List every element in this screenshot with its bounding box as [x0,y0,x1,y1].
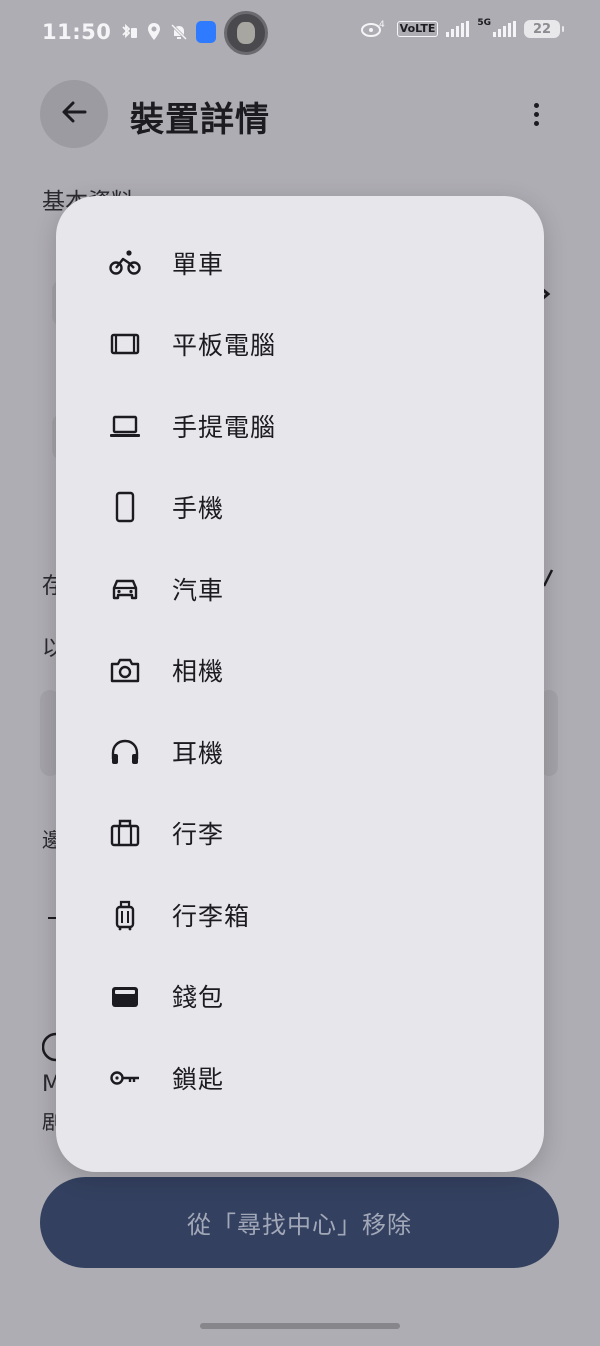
arrow-back-icon [59,97,89,131]
phone-icon [108,490,142,524]
remove-button-label: 從「尋找中心」移除 [187,1211,412,1239]
menu-item-label: 耳機 [172,738,225,768]
menu-item-luggage[interactable]: 行李 [56,793,544,875]
status-right-icons: 4 VoLTE 5G 22 [359,18,564,40]
menu-item-car[interactable]: 汽車 [56,548,544,630]
menu-item-label: 平板電腦 [172,331,277,361]
location-icon [146,22,162,42]
tablet-icon [108,327,142,361]
signal-icon [446,21,470,37]
home-indicator[interactable] [200,1323,400,1329]
device-type-menu: 單車 平板電腦 手提電腦 手機 汽車 相機 耳機 行李 行李箱 錢包 鎖匙 [56,196,544,1172]
bluetooth-battery-icon [119,22,139,42]
menu-item-phone[interactable]: 手機 [56,467,544,549]
headphones-icon [108,735,142,769]
menu-item-label: 相機 [172,657,225,687]
menu-item-label: 行李 [172,820,225,850]
menu-item-label: 手提電腦 [172,412,277,442]
menu-item-label: 單車 [172,249,225,279]
floating-avatar[interactable] [224,11,268,55]
more-options-button[interactable] [520,94,552,134]
menu-item-label: 行李箱 [172,901,251,931]
back-button[interactable] [40,80,108,148]
key-icon [108,1061,142,1095]
menu-item-headphones[interactable]: 耳機 [56,711,544,793]
notifications-off-icon [169,22,189,42]
menu-item-label: 汽車 [172,575,225,605]
edit-icon [542,566,556,598]
luggage-icon [108,816,142,850]
menu-item-label: 錢包 [172,983,225,1013]
menu-item-suitcase[interactable]: 行李箱 [56,874,544,956]
more-vert-icon [533,102,539,108]
remove-from-find-hub-button[interactable]: 從「尋找中心」移除 [40,1177,559,1268]
menu-item-bike[interactable]: 單車 [56,222,544,304]
battery-icon: 22 [524,20,564,38]
suitcase-icon [108,898,142,932]
car-icon [108,572,142,606]
svg-text:4: 4 [379,20,385,30]
page-title: 裝置詳情 [130,100,270,140]
menu-item-tablet[interactable]: 平板電腦 [56,304,544,386]
wallet-icon [108,979,142,1013]
menu-item-label: 手機 [172,494,225,524]
menu-item-wallet[interactable]: 錢包 [56,956,544,1038]
laptop-icon [108,409,142,443]
network-type: 5G [477,18,491,28]
bike-icon [108,246,142,280]
menu-item-camera[interactable]: 相機 [56,630,544,712]
menu-item-label: 鎖匙 [172,1064,225,1094]
status-time: 11:50 [42,20,112,44]
volte-badge: VoLTE [396,21,439,37]
hotspot-icon: 4 [359,18,389,40]
menu-item-laptop[interactable]: 手提電腦 [56,385,544,467]
signal-5g-icon [493,21,516,37]
menu-item-key[interactable]: 鎖匙 [56,1037,544,1119]
app-notification-icon [196,21,217,43]
camera-icon [108,653,142,687]
